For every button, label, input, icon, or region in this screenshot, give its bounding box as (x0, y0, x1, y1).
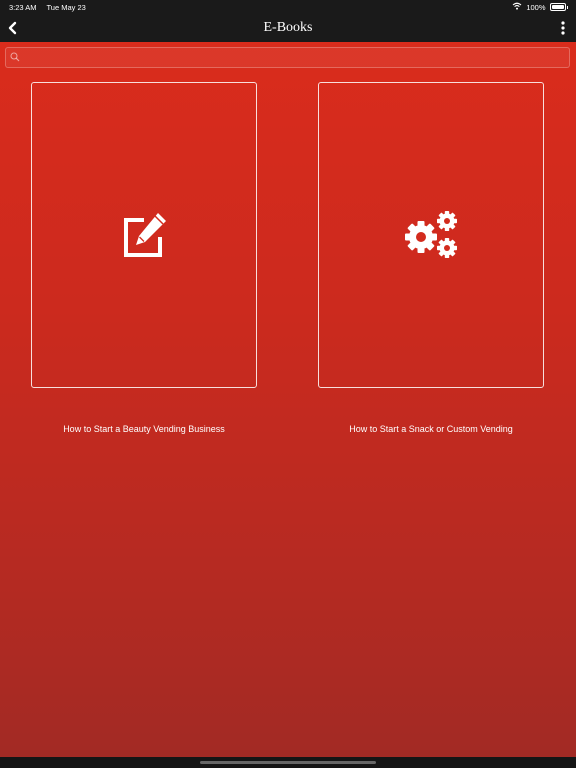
gears-icon (405, 211, 457, 258)
book-title-beauty-vending[interactable]: How to Start a Beauty Vending Business (4, 424, 284, 434)
home-indicator[interactable] (200, 761, 376, 764)
book-title-snack-vending[interactable]: How to Start a Snack or Custom Vending (291, 424, 571, 434)
page-title: E-Books (263, 20, 313, 35)
search-bar[interactable] (5, 47, 570, 69)
status-time: 3:23 AM (9, 3, 37, 12)
status-bar: 3:23 AM Tue May 23 100% (0, 0, 576, 14)
battery-percent: 100% (526, 2, 546, 12)
search-input[interactable] (24, 48, 568, 69)
status-date: Tue May 23 (46, 3, 86, 12)
book-card-beauty-vending[interactable] (31, 82, 257, 388)
bottom-bar (0, 757, 576, 768)
top-bar: 3:23 AM Tue May 23 100% E-Books (0, 0, 576, 42)
wifi-icon (512, 2, 522, 12)
battery-icon (549, 3, 566, 11)
book-card-snack-vending[interactable] (318, 82, 544, 388)
battery-tip (566, 5, 568, 9)
more-button[interactable] (558, 20, 568, 36)
edit-icon (124, 213, 166, 257)
search-icon (10, 52, 20, 62)
navigation-bar: E-Books (0, 14, 576, 42)
more-vertical-icon (561, 21, 565, 35)
